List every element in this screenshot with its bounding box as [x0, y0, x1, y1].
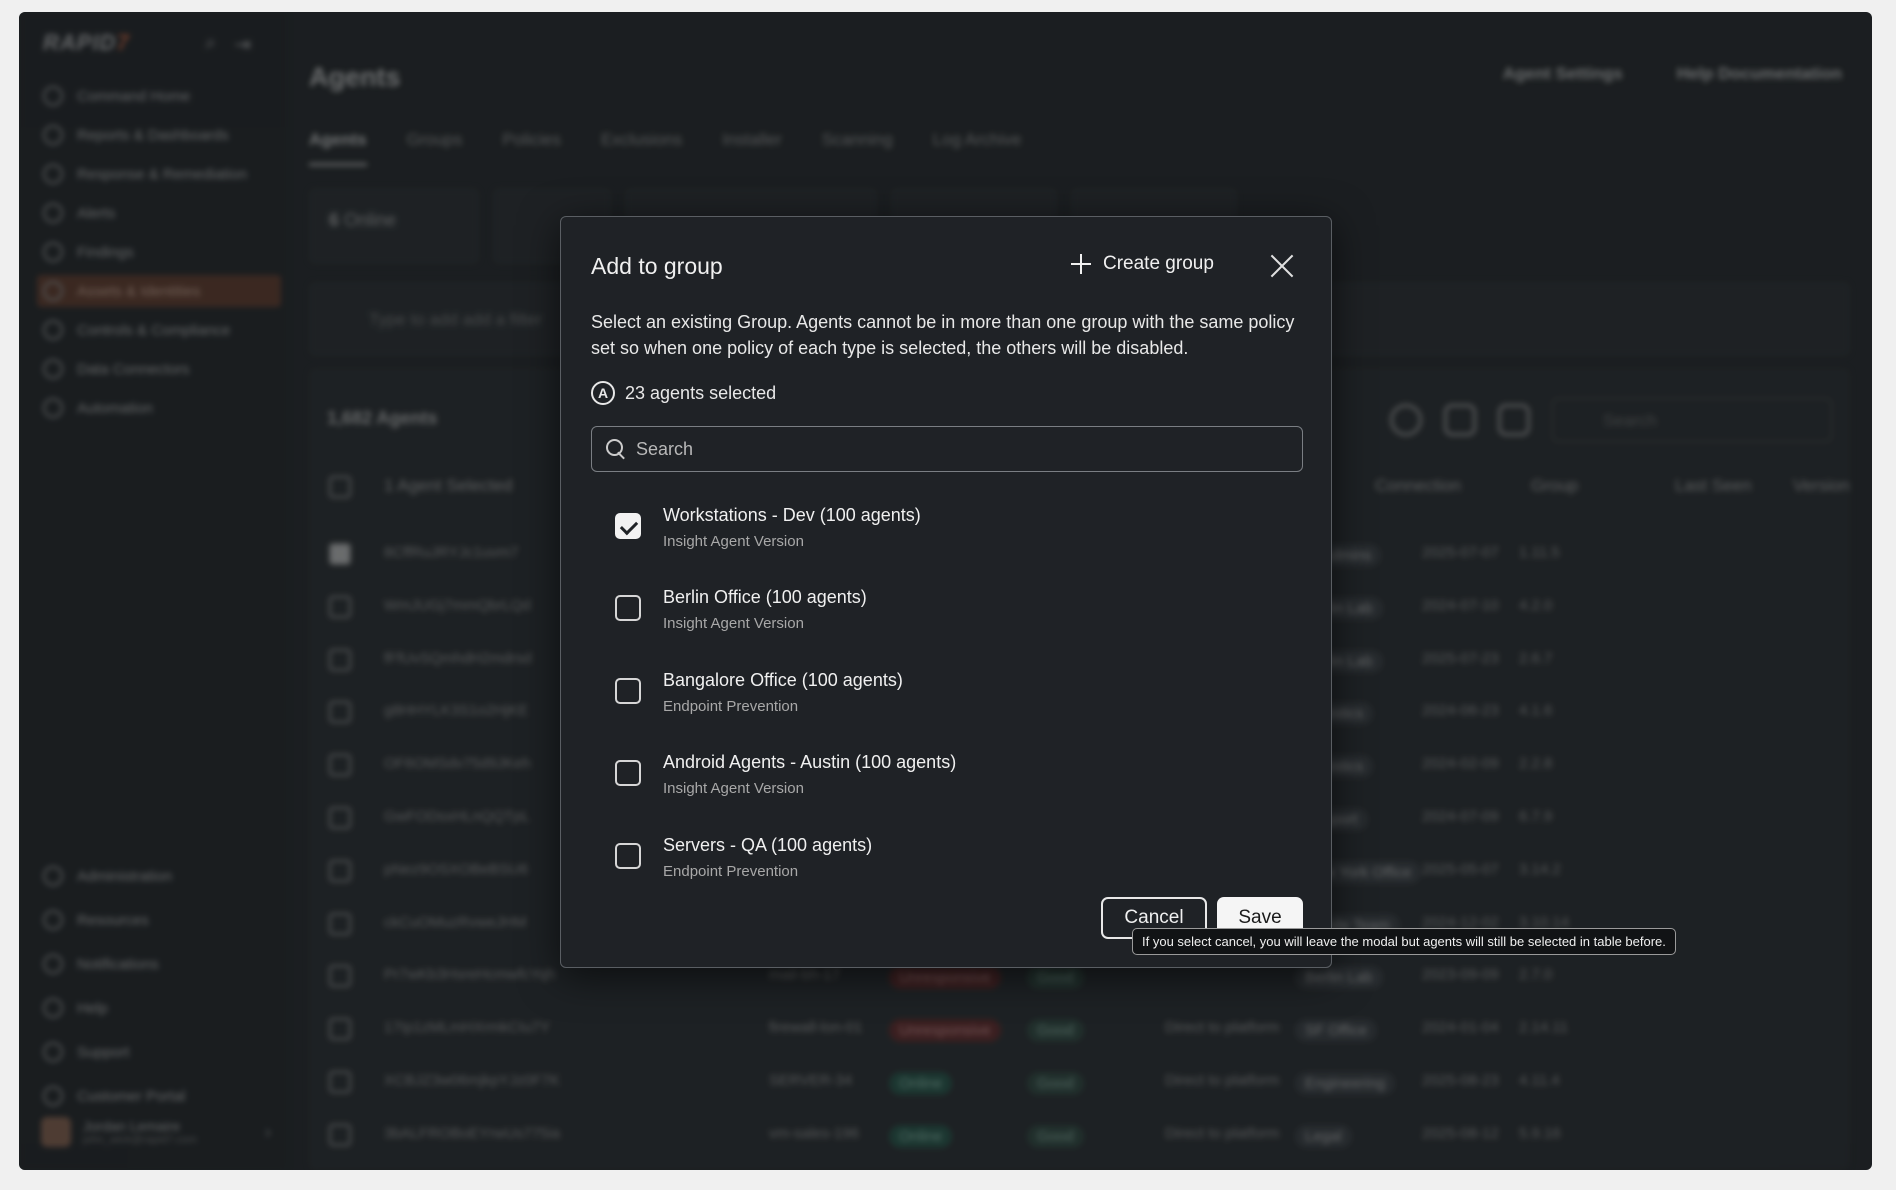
- modal-title: Add to group: [591, 253, 723, 279]
- group-search-input[interactable]: [636, 438, 1276, 460]
- group-checkbox[interactable]: [615, 513, 641, 539]
- create-group-label: Create group: [1103, 253, 1214, 274]
- group-policy: Insight Agent Version: [663, 533, 804, 550]
- group-option[interactable]: Android Agents - Austin (100 agents) Insi…: [591, 746, 1303, 828]
- selected-count-label: 23 agents selected: [625, 382, 777, 403]
- group-checkbox[interactable]: [615, 760, 641, 787]
- group-checkbox[interactable]: [615, 677, 641, 704]
- group-name: Berlin Office (100 agents): [663, 587, 867, 608]
- plus-icon: [1071, 254, 1091, 274]
- close-icon[interactable]: [1269, 253, 1295, 279]
- group-option[interactable]: Workstations - Dev (100 agents) Insight A…: [591, 499, 1303, 581]
- search-icon: [606, 439, 626, 459]
- group-option[interactable]: Bangalore Office (100 agents) Endpoint Pr…: [591, 664, 1303, 746]
- group-name: Android Agents - Austin (100 agents): [663, 752, 957, 773]
- create-group-button[interactable]: Create group: [1071, 253, 1214, 275]
- group-policy: Insight Agent Version: [663, 780, 804, 798]
- group-policy: Endpoint Prevention: [663, 697, 799, 715]
- group-search: [591, 426, 1303, 472]
- modal-description: Select an existing Group. Agents cannot …: [591, 312, 1295, 358]
- group-policy: Endpoint Prevention: [663, 862, 799, 880]
- group-checkbox[interactable]: [615, 842, 641, 869]
- group-name: Bangalore Office (100 agents): [663, 669, 903, 690]
- selected-agents-count: A 23 agents selected: [591, 381, 776, 405]
- group-option[interactable]: Berlin Office (100 agents) Insight Agent …: [591, 581, 1303, 663]
- group-checkbox[interactable]: [615, 595, 641, 622]
- cancel-tooltip: If you select cancel, you will leave the…: [1132, 928, 1676, 955]
- group-policy: Insight Agent Version: [663, 615, 804, 633]
- group-name: Servers - QA (100 agents): [663, 834, 873, 855]
- group-name: Workstations - Dev (100 agents): [663, 505, 921, 525]
- agent-icon: A: [591, 381, 615, 405]
- group-list: Workstations - Dev (100 agents) Insight A…: [591, 499, 1303, 911]
- add-to-group-modal: Add to group Create group Select an exis…: [560, 216, 1332, 968]
